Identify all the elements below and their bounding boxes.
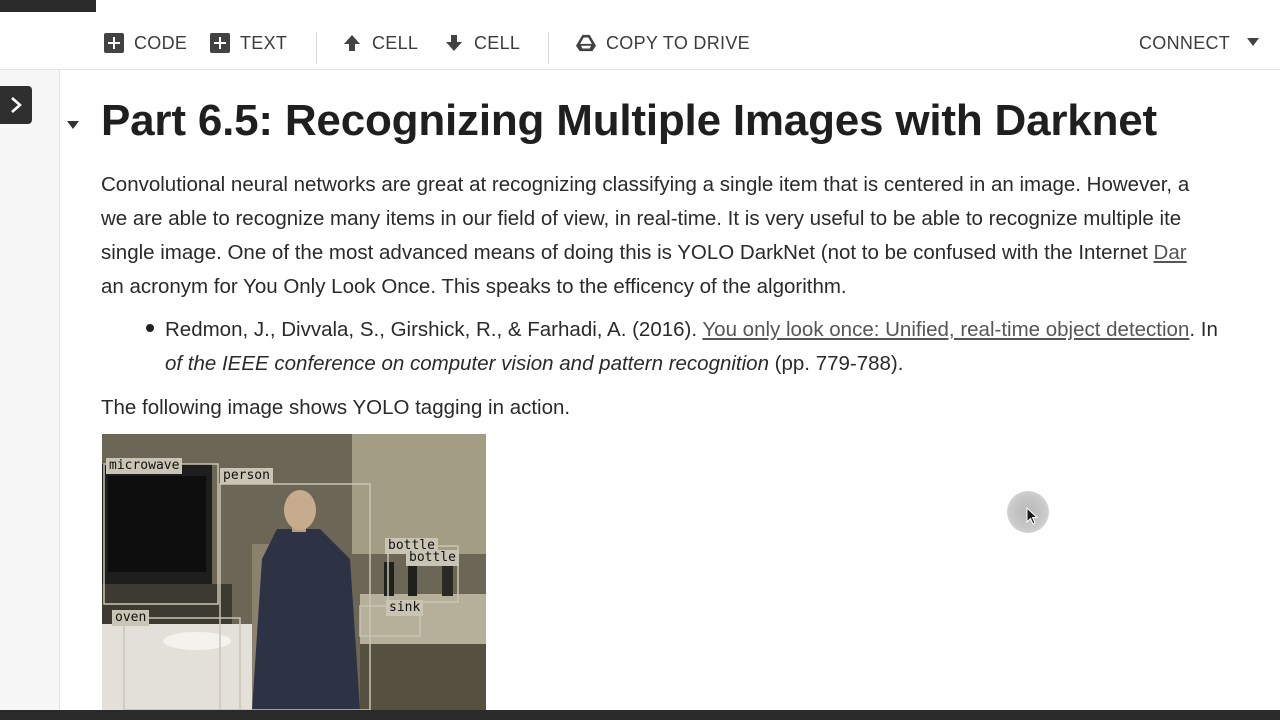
toolbar-divider: [548, 32, 549, 64]
left-gutter: [0, 70, 60, 710]
connect-button[interactable]: CONNECT: [1139, 30, 1230, 56]
chevron-right-icon: [11, 97, 22, 113]
caret-down-icon[interactable]: [66, 120, 80, 130]
citation-line: of the IEEE conference on computer visio…: [165, 347, 903, 381]
citation-pages: (pp. 779-788).: [768, 352, 904, 375]
section-heading: Part 6.5: Recognizing Multiple Images wi…: [101, 96, 1157, 145]
detection-label: bottle: [406, 550, 459, 566]
expand-sidebar-button[interactable]: [0, 86, 32, 124]
add-code-button[interactable]: CODE: [104, 30, 187, 56]
arrow-down-icon: [446, 35, 462, 51]
mouse-pointer-icon: [1026, 507, 1038, 525]
paragraph-line: an acronym for You Only Look Once. This …: [101, 275, 847, 298]
citation-venue: of the IEEE conference on computer visio…: [165, 352, 769, 375]
add-code-label: CODE: [134, 32, 188, 53]
copy-to-drive-button[interactable]: COPY TO DRIVE: [576, 30, 750, 56]
move-cell-down-button[interactable]: CELL: [444, 30, 520, 56]
detection-label: oven: [112, 610, 150, 626]
notebook-toolbar: CODE TEXT CELL CELL COPY TO DRIVE CONNEC…: [0, 12, 1280, 70]
paragraph-line: single image. One of the most advanced m…: [101, 236, 1187, 270]
bottom-strip: [0, 710, 1280, 720]
citation-authors: Redmon, J., Divvala, S., Girshick, R., &…: [165, 318, 703, 341]
add-text-label: TEXT: [240, 32, 288, 53]
citation-line: Redmon, J., Divvala, S., Girshick, R., &…: [165, 313, 1218, 347]
plus-box-icon: [104, 33, 124, 53]
paragraph-line: Convolutional neural networks are great …: [101, 173, 1190, 196]
move-cell-up-button[interactable]: CELL: [342, 30, 418, 56]
arrow-up-icon: [344, 35, 360, 51]
toolbar-divider: [316, 32, 317, 64]
move-cell-down-label: CELL: [474, 32, 521, 53]
connect-label: CONNECT: [1139, 32, 1231, 53]
copy-to-drive-label: COPY TO DRIVE: [606, 32, 750, 53]
citation-after-link: . In: [1189, 318, 1218, 341]
kitchen-scene-picture: [102, 434, 486, 710]
image-caption: The following image shows YOLO tagging i…: [101, 396, 571, 419]
caret-down-icon[interactable]: [1246, 37, 1260, 47]
paper-link[interactable]: You only look once: Unified, real-time o…: [702, 318, 1189, 341]
plus-box-icon: [210, 33, 230, 53]
move-cell-up-label: CELL: [372, 32, 419, 53]
detection-label: microwave: [106, 458, 183, 474]
paragraph-line: we are able to recognize many items in o…: [101, 207, 1182, 230]
detection-label: sink: [386, 600, 424, 616]
paragraph-text: single image. One of the most advanced m…: [101, 241, 1154, 264]
add-text-button[interactable]: TEXT: [210, 30, 287, 56]
google-drive-icon: [576, 34, 596, 52]
bullet-point: [146, 324, 154, 332]
window-top-strip: [0, 0, 96, 12]
darknet-link[interactable]: Dar: [1154, 241, 1187, 264]
detection-label: person: [220, 468, 273, 484]
yolo-detection-image: microwave person bottle bottle sink oven: [102, 434, 486, 710]
